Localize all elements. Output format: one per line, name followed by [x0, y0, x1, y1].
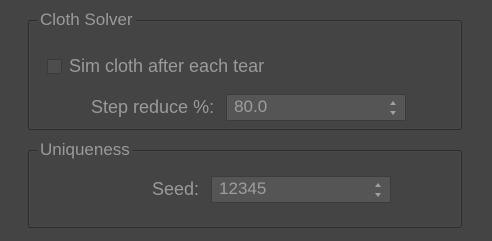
- spinner-down-arrow-icon[interactable]: [390, 110, 397, 115]
- spinner-arrows-icon[interactable]: [374, 182, 382, 198]
- spinner-up-arrow-icon[interactable]: [390, 100, 397, 105]
- sim-cloth-checkbox-row[interactable]: Sim cloth after each tear: [47, 55, 264, 77]
- step-reduce-value[interactable]: 80.0: [227, 97, 267, 117]
- cloth-solver-title: Cloth Solver: [37, 10, 136, 30]
- spinner-up-arrow-icon[interactable]: [375, 182, 382, 187]
- step-reduce-label: Step reduce %:: [91, 96, 215, 117]
- seed-label: Seed:: [152, 178, 200, 199]
- sim-cloth-checkbox[interactable]: [47, 58, 62, 74]
- seed-row: Seed: 12345: [152, 175, 392, 203]
- sim-cloth-label: Sim cloth after each tear: [69, 55, 265, 76]
- uniqueness-title: Uniqueness: [37, 140, 133, 160]
- cloth-solver-group: Cloth Solver Sim cloth after each tear S…: [28, 10, 462, 130]
- spinner-down-arrow-icon[interactable]: [375, 192, 382, 197]
- rollout-panel: Cloth Solver Sim cloth after each tear S…: [4, 0, 484, 241]
- spinner-arrows-icon[interactable]: [389, 100, 397, 116]
- seed-value[interactable]: 12345: [212, 179, 266, 199]
- seed-spinner[interactable]: 12345: [211, 175, 392, 203]
- step-reduce-row: Step reduce %: 80.0: [91, 93, 407, 121]
- step-reduce-spinner[interactable]: 80.0: [226, 93, 407, 121]
